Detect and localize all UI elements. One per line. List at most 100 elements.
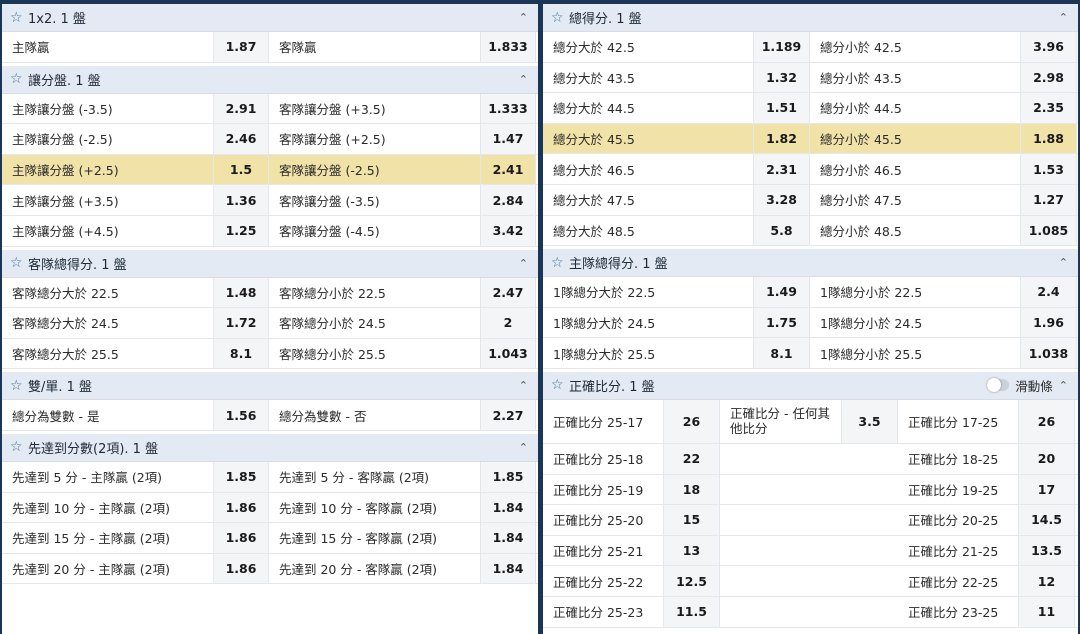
selection-name[interactable]: 客隊贏 bbox=[269, 32, 480, 62]
slider-toggle[interactable]: 滑動條 bbox=[987, 376, 1053, 395]
odds-button[interactable]: 1.84 bbox=[480, 492, 536, 523]
selection-name[interactable]: 1隊總分小於 25.5 bbox=[810, 338, 1020, 368]
chevron-up-icon[interactable]: ⌃ bbox=[1059, 11, 1068, 24]
odds-button[interactable]: 1.833 bbox=[480, 32, 536, 62]
odds-button[interactable]: 12 bbox=[1018, 566, 1075, 596]
selection-name[interactable]: 正確比分 19-25 bbox=[898, 475, 1018, 505]
selection-name[interactable]: 先達到 20 分 - 客隊贏 (2項) bbox=[269, 554, 480, 584]
selection-name[interactable]: 正確比分 22-25 bbox=[898, 566, 1018, 596]
selection-name[interactable]: 客隊讓分盤 (+3.5) bbox=[269, 94, 480, 124]
odds-button[interactable]: 22 bbox=[663, 443, 720, 474]
selection-name[interactable]: 1隊總分大於 24.5 bbox=[543, 308, 753, 338]
selection-name[interactable]: 總分大於 46.5 bbox=[543, 154, 753, 184]
odds-button[interactable]: 1.47 bbox=[480, 124, 536, 154]
odds-button[interactable]: 2.91 bbox=[213, 93, 269, 124]
odds-button[interactable]: 3.5 bbox=[841, 399, 898, 443]
selection-name[interactable]: 主隊讓分盤 (+3.5) bbox=[2, 185, 213, 215]
selection-name[interactable]: 1隊總分大於 22.5 bbox=[543, 277, 753, 307]
selection-name[interactable]: 主隊讓分盤 (+4.5) bbox=[2, 216, 213, 246]
selection-name[interactable]: 客隊讓分盤 (-3.5) bbox=[269, 185, 480, 215]
selection-name[interactable]: 1隊總分小於 22.5 bbox=[810, 277, 1020, 307]
odds-button[interactable]: 1.333 bbox=[480, 93, 536, 124]
chevron-up-icon[interactable]: ⌃ bbox=[519, 73, 528, 86]
odds-button[interactable]: 1.49 bbox=[753, 277, 810, 307]
selection-name[interactable]: 正確比分 - 任何其他比分 bbox=[720, 400, 841, 443]
odds-button[interactable]: 2.84 bbox=[480, 185, 536, 215]
star-icon[interactable]: ☆ bbox=[10, 439, 28, 455]
odds-button[interactable]: 13.5 bbox=[1018, 535, 1075, 566]
odds-button[interactable]: 17 bbox=[1018, 474, 1075, 505]
odds-button[interactable]: 3.28 bbox=[753, 184, 810, 215]
odds-button[interactable]: 11.5 bbox=[663, 596, 720, 627]
odds-button[interactable]: 12.5 bbox=[663, 566, 720, 596]
star-icon[interactable]: ☆ bbox=[551, 10, 569, 26]
selection-name[interactable]: 總分小於 47.5 bbox=[810, 185, 1020, 215]
selection-name[interactable]: 客隊總分大於 25.5 bbox=[2, 339, 213, 369]
odds-button[interactable]: 1.87 bbox=[213, 32, 269, 62]
selection-name[interactable]: 正確比分 17-25 bbox=[898, 400, 1018, 443]
odds-button[interactable]: 1.96 bbox=[1020, 307, 1077, 338]
selection-name[interactable]: 先達到 5 分 - 客隊贏 (2項) bbox=[269, 462, 480, 492]
market-header[interactable]: ☆ 1x2. 1 盤 ⌃ bbox=[2, 4, 538, 32]
odds-button[interactable]: 2.46 bbox=[213, 124, 269, 154]
odds-button[interactable]: 2 bbox=[480, 308, 536, 338]
selection-name[interactable]: 正確比分 18-25 bbox=[898, 444, 1018, 474]
selection-name[interactable]: 總分大於 43.5 bbox=[543, 63, 753, 93]
selection-name[interactable]: 總分為雙數 - 是 bbox=[2, 400, 213, 430]
odds-button[interactable]: 3.96 bbox=[1020, 32, 1077, 62]
market-header[interactable]: ☆ 主隊總得分. 1 盤 ⌃ bbox=[543, 249, 1078, 278]
odds-button[interactable]: 26 bbox=[663, 399, 720, 443]
star-icon[interactable]: ☆ bbox=[551, 377, 569, 393]
odds-button[interactable]: 1.56 bbox=[213, 400, 269, 430]
star-icon[interactable]: ☆ bbox=[10, 10, 28, 26]
selection-name[interactable]: 總分小於 46.5 bbox=[810, 154, 1020, 184]
selection-name[interactable]: 先達到 5 分 - 主隊贏 (2項) bbox=[2, 462, 213, 492]
selection-name[interactable]: 先達到 10 分 - 客隊贏 (2項) bbox=[269, 493, 480, 523]
odds-button[interactable]: 5.8 bbox=[753, 215, 810, 246]
odds-button[interactable]: 20 bbox=[1018, 443, 1075, 474]
market-header[interactable]: ☆ 讓分盤. 1 盤 ⌃ bbox=[2, 65, 538, 94]
selection-name[interactable]: 正確比分 25-23 bbox=[543, 597, 663, 627]
odds-button[interactable]: 1.32 bbox=[753, 62, 810, 93]
odds-button[interactable]: 2.4 bbox=[1020, 277, 1077, 307]
selection-name[interactable]: 總分大於 48.5 bbox=[543, 216, 753, 246]
odds-button[interactable]: 1.85 bbox=[480, 461, 536, 492]
selection-name[interactable]: 總分小於 44.5 bbox=[810, 93, 1020, 123]
odds-button[interactable]: 11 bbox=[1018, 596, 1075, 627]
odds-button[interactable]: 15 bbox=[663, 505, 720, 535]
odds-button[interactable]: 18 bbox=[663, 474, 720, 505]
chevron-up-icon[interactable]: ⌃ bbox=[519, 11, 528, 24]
odds-button[interactable]: 1.043 bbox=[480, 338, 536, 369]
odds-button[interactable]: 1.84 bbox=[480, 523, 536, 553]
selection-name[interactable]: 客隊讓分盤 (-4.5) bbox=[269, 216, 480, 246]
chevron-up-icon[interactable]: ⌃ bbox=[519, 257, 528, 270]
market-header[interactable]: ☆ 客隊總得分. 1 盤 ⌃ bbox=[2, 249, 538, 278]
odds-button[interactable]: 2.98 bbox=[1020, 62, 1077, 93]
odds-button[interactable]: 1.27 bbox=[1020, 184, 1077, 215]
odds-button[interactable]: 8.1 bbox=[753, 338, 810, 368]
odds-button[interactable]: 1.88 bbox=[1020, 123, 1077, 154]
selection-name[interactable]: 正確比分 25-21 bbox=[543, 536, 663, 566]
selection-name[interactable]: 總分大於 45.5 bbox=[543, 123, 753, 154]
market-header[interactable]: ☆ 正確比分. 1 盤 滑動條 ⌃ bbox=[543, 371, 1078, 400]
selection-name[interactable]: 主隊讓分盤 (-3.5) bbox=[2, 94, 213, 124]
selection-name[interactable]: 正確比分 25-17 bbox=[543, 400, 663, 443]
selection-name[interactable]: 正確比分 25-19 bbox=[543, 475, 663, 505]
odds-button[interactable]: 1.86 bbox=[213, 553, 269, 584]
selection-name[interactable]: 總分為雙數 - 否 bbox=[269, 400, 480, 430]
selection-name[interactable]: 總分大於 47.5 bbox=[543, 185, 753, 215]
selection-name[interactable]: 總分小於 43.5 bbox=[810, 63, 1020, 93]
selection-name[interactable]: 客隊讓分盤 (+2.5) bbox=[269, 124, 480, 154]
chevron-up-icon[interactable]: ⌃ bbox=[519, 441, 528, 454]
odds-button[interactable]: 2.31 bbox=[753, 154, 810, 184]
odds-button[interactable]: 1.84 bbox=[480, 553, 536, 584]
odds-button[interactable]: 3.42 bbox=[480, 215, 536, 246]
selection-name[interactable]: 主隊贏 bbox=[2, 32, 213, 62]
selection-name[interactable]: 正確比分 21-25 bbox=[898, 536, 1018, 566]
selection-name[interactable]: 客隊總分小於 24.5 bbox=[269, 308, 480, 338]
odds-button[interactable]: 26 bbox=[1018, 399, 1075, 443]
odds-button[interactable]: 1.72 bbox=[213, 308, 269, 338]
star-icon[interactable]: ☆ bbox=[10, 255, 28, 271]
toggle-switch[interactable] bbox=[987, 378, 1010, 393]
odds-button[interactable]: 1.51 bbox=[753, 93, 810, 123]
